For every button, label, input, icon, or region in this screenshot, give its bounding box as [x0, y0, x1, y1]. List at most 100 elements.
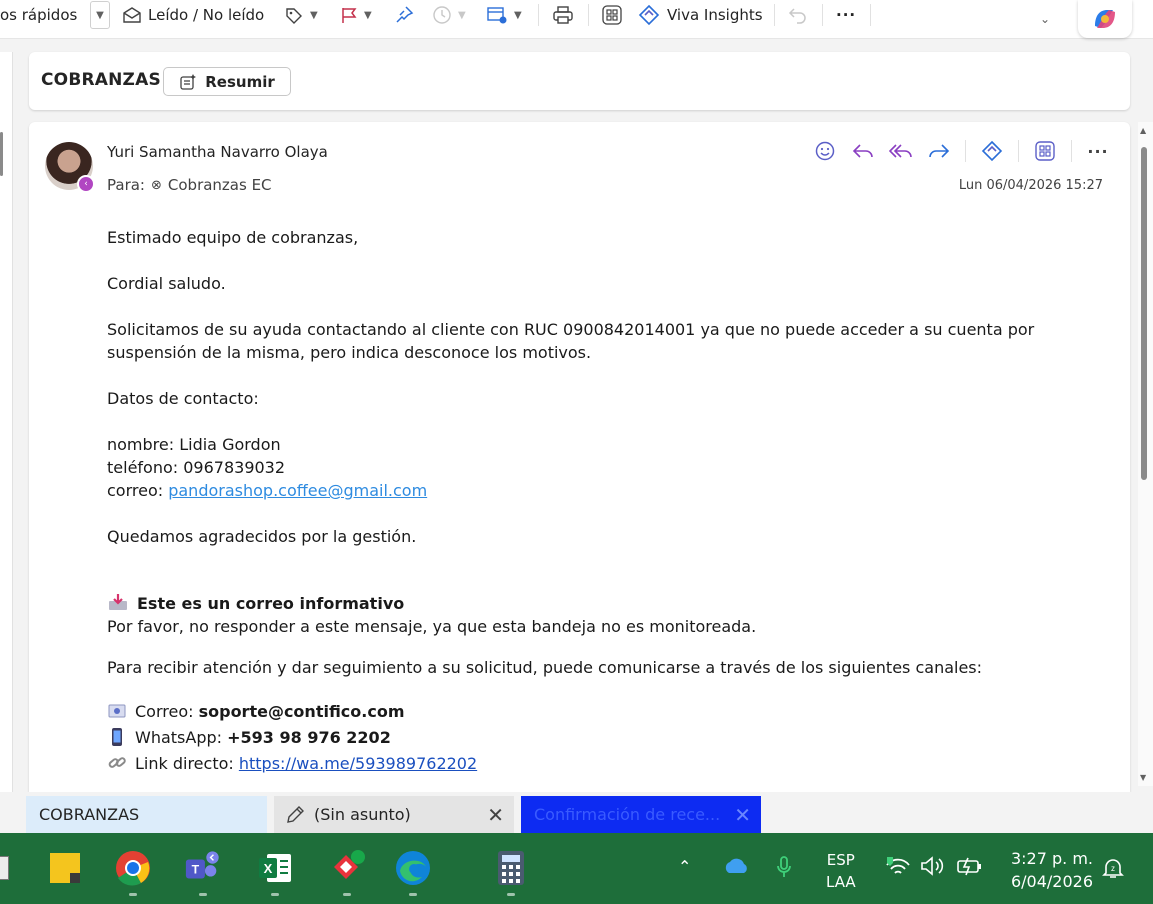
reading-pane-scrollbar[interactable]: ▲ ▼ [1138, 122, 1153, 786]
running-indicator [129, 893, 137, 896]
close-icon[interactable]: ✕ [734, 803, 751, 827]
toolbar-divider [822, 4, 823, 26]
chevron-down-icon: ▼ [364, 9, 372, 21]
quick-steps-button[interactable]: os rápidos [0, 0, 77, 30]
scroll-down-icon[interactable]: ▼ [1140, 773, 1146, 782]
running-indicator [199, 893, 207, 896]
undo-button[interactable] [788, 0, 808, 30]
toolbar-divider [870, 4, 871, 26]
react-button[interactable] [813, 139, 837, 163]
message-date: Lun 06/04/2026 15:27 [958, 178, 1103, 193]
contact-phone: teléfono: 0967839032 [107, 458, 286, 477]
direct-link-row: Link directo: https://wa.me/593989762202 [107, 751, 1087, 777]
file-explorer-taskbar-icon[interactable] [0, 849, 14, 887]
apps-action-button[interactable] [1033, 139, 1057, 163]
forward-icon [929, 144, 950, 158]
direct-link[interactable]: https://wa.me/593989762202 [239, 754, 477, 773]
onedrive-icon[interactable] [722, 857, 750, 879]
message-actions: ··· [813, 138, 1110, 164]
wifi-shield-icon[interactable] [885, 855, 911, 883]
rules-button[interactable]: ▼ [486, 0, 522, 30]
close-icon[interactable]: ✕ [487, 803, 504, 827]
snooze-button[interactable]: ▼ [432, 0, 466, 30]
more-options-button[interactable]: ··· [836, 0, 856, 30]
viva-insights-action-button[interactable] [980, 139, 1004, 163]
forward-button[interactable] [927, 139, 951, 163]
contact-email-row: correo: pandorashop.coffee@gmail.com [107, 479, 1087, 502]
tab-label: COBRANZAS [39, 805, 140, 824]
contact-email-label: correo: [107, 481, 169, 500]
support-email-label: Correo: [135, 702, 199, 721]
show-hidden-icons-chevron-icon[interactable]: ⌃ [678, 857, 691, 876]
expand-ribbon-button[interactable]: ⌄ [1040, 4, 1050, 34]
presence-away-icon: ‹ [77, 175, 95, 193]
battery-charging-icon[interactable] [956, 855, 984, 881]
more-actions-button[interactable]: ··· [1086, 139, 1110, 163]
flag-button[interactable]: ▼ [340, 0, 372, 30]
copilot-icon [1095, 10, 1115, 28]
link-icon [108, 757, 126, 768]
viva-insights-icon [638, 4, 660, 26]
running-indicator [271, 893, 279, 896]
categorize-button[interactable]: ▼ [284, 0, 318, 30]
tab-confirmacion[interactable]: Confirmación de rece... ✕ [521, 796, 761, 833]
tab-sin-asunto[interactable]: (Sin asunto) ✕ [274, 796, 514, 833]
scroll-up-icon[interactable]: ▲ [1140, 126, 1146, 135]
apps-button[interactable] [601, 0, 623, 30]
edge-taskbar-icon[interactable] [394, 849, 432, 887]
email-subject: COBRANZAS [41, 70, 161, 90]
viva-insights-button[interactable]: Viva Insights [638, 0, 763, 30]
recipients-row: Para: ⊗ Cobranzas EC [107, 176, 272, 194]
request-line-1: Solicitamos de su ayuda contactando al c… [107, 320, 1035, 339]
calculator-taskbar-icon[interactable] [492, 849, 530, 887]
svg-text:X: X [264, 861, 273, 876]
folder-scroll-thumb[interactable] [0, 132, 3, 176]
volume-icon[interactable] [920, 855, 946, 881]
request-line-2: suspensión de la misma, pero indica desc… [107, 343, 592, 362]
recipient-name[interactable]: Cobranzas EC [168, 176, 272, 194]
actions-divider [1018, 140, 1019, 162]
whatsapp-label: WhatsApp: [135, 728, 228, 747]
language-code: ESP [826, 851, 855, 869]
clock-date: 6/04/2026 [1010, 872, 1094, 891]
toolbar-divider [774, 4, 775, 26]
tab-label: (Sin asunto) [314, 805, 411, 824]
print-button[interactable] [552, 0, 574, 30]
teams-taskbar-icon[interactable]: T [184, 849, 222, 887]
reply-icon [852, 144, 873, 158]
info-title: Este es un correo informativo [137, 594, 405, 613]
notifications-bell-icon[interactable]: z [1102, 857, 1124, 883]
svg-text:z: z [1111, 864, 1115, 873]
anydesk-taskbar-icon[interactable] [328, 849, 366, 887]
sticky-notes-taskbar-icon[interactable] [46, 849, 84, 887]
envelope-open-icon [123, 7, 141, 23]
microphone-icon[interactable] [775, 855, 793, 883]
reply-button[interactable] [851, 139, 875, 163]
copilot-button[interactable] [1078, 0, 1132, 38]
chrome-taskbar-icon[interactable] [114, 849, 152, 887]
pin-icon [396, 6, 414, 23]
system-clock[interactable]: 3:27 p. m. 6/04/2026 [1006, 847, 1098, 893]
tag-icon [286, 8, 302, 24]
folder-pane-edge [0, 52, 13, 792]
tab-label: Confirmación de rece... [534, 805, 721, 824]
reply-all-button[interactable] [889, 139, 913, 163]
input-language-indicator[interactable]: ESP LAA [826, 849, 856, 893]
pin-button[interactable] [394, 0, 414, 30]
contact-email-link[interactable]: pandorashop.coffee@gmail.com [168, 481, 427, 500]
scroll-thumb[interactable] [1141, 147, 1147, 480]
actions-divider [965, 140, 966, 162]
message-reading-pane: ‹ Yuri Samantha Navarro Olaya Para: ⊗ Co… [29, 122, 1130, 792]
whatsapp-number: +593 98 976 2202 [227, 728, 391, 747]
tab-cobranzas[interactable]: COBRANZAS [26, 796, 267, 833]
sender-name[interactable]: Yuri Samantha Navarro Olaya [107, 143, 328, 161]
summarize-button[interactable]: Resumir [163, 67, 291, 96]
email-icon [108, 704, 126, 718]
support-email-row: Correo: soporte@contifico.com [107, 699, 1087, 725]
info-title-row: Este es un correo informativo [107, 592, 1087, 615]
running-indicator [409, 893, 417, 896]
excel-taskbar-icon[interactable]: X [256, 849, 294, 887]
viva-insights-label: Viva Insights [667, 6, 763, 24]
read-unread-button[interactable]: Leído / No leído [122, 0, 264, 30]
quick-steps-dropdown[interactable]: ▼ [90, 1, 110, 29]
